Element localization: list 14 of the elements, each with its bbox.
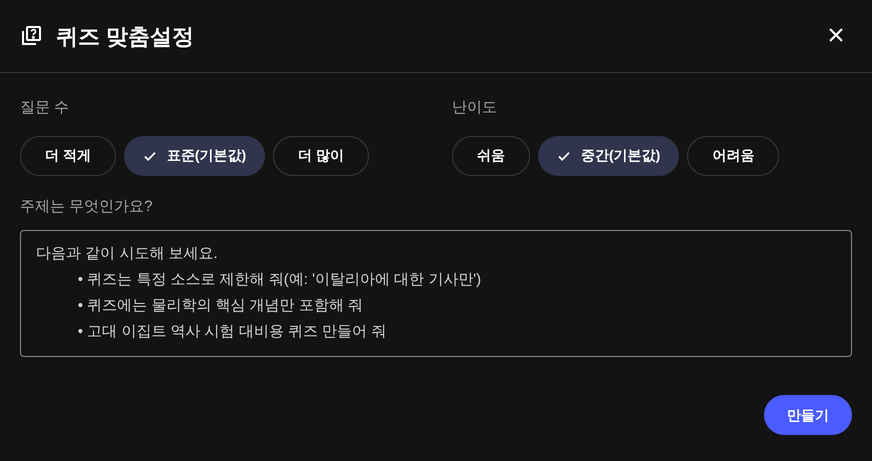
option-button[interactable]: 표준(기본값) bbox=[124, 136, 266, 176]
create-button[interactable]: 만들기 bbox=[764, 395, 852, 435]
section-label: 난이도 bbox=[452, 98, 498, 118]
topic-input-field[interactable]: 다음과 같이 시도해 보세요. • 퀴즈는 특정 소스로 제한해 줘(예: '이탈리아에 대한 기사만') • 퀴즈에는 물리학의 핵심 개념만 포함해 줘 • 고대 이집트 역사 시험 대비용 퀴즈 만들어 줘 bbox=[20, 230, 852, 357]
dialog-title: 퀴즈 맞춤설정 bbox=[56, 22, 194, 50]
option-button[interactable]: 중간(기본값) bbox=[538, 136, 680, 176]
quiz-icon bbox=[20, 25, 42, 47]
option-button[interactable]: 쉬움 bbox=[452, 136, 530, 176]
option-button[interactable]: 어려움 bbox=[687, 136, 780, 176]
section-label: 질문 수 bbox=[20, 98, 70, 118]
option-button[interactable]: 더 많이 bbox=[273, 136, 370, 176]
close-button[interactable]: × bbox=[824, 21, 848, 51]
topic-label: 주제는 무엇인가요? bbox=[20, 196, 154, 216]
option-button[interactable]: 더 적게 bbox=[20, 136, 116, 176]
